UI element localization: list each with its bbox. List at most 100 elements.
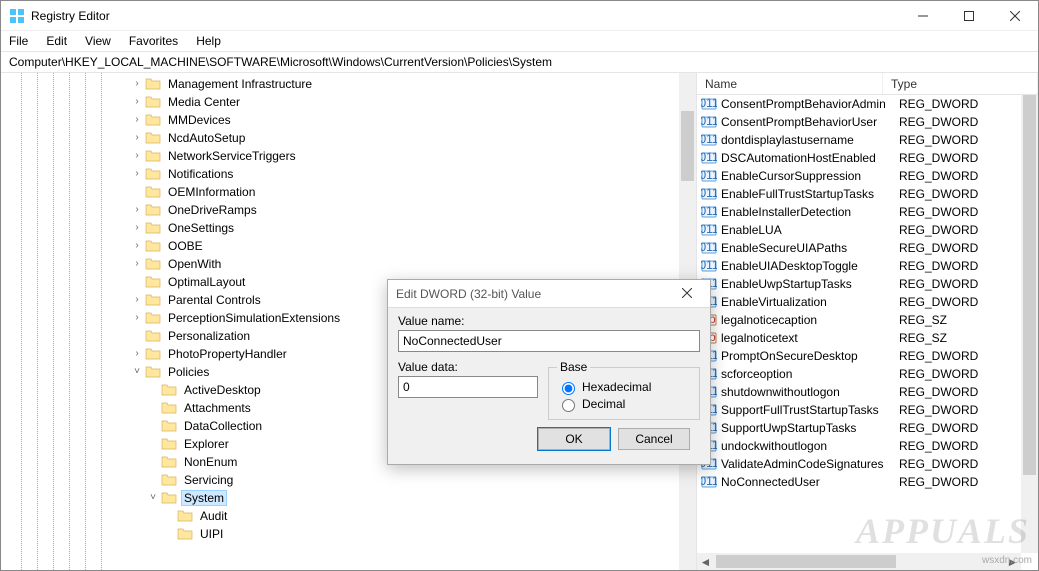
folder-icon [161,436,177,452]
tree-item[interactable]: ›NetworkServiceTriggers [1,147,696,165]
list-scrollbar-v[interactable] [1021,95,1038,553]
value-type: REG_DWORD [899,439,978,453]
list-row[interactable]: 011PromptOnSecureDesktopREG_DWORD [697,347,1021,365]
folder-icon [145,274,161,290]
tree-item[interactable]: ›OneSettings [1,219,696,237]
chevron-right-icon[interactable]: › [129,115,145,125]
list-row[interactable]: 011EnableUwpStartupTasksREG_DWORD [697,275,1021,293]
list-row[interactable]: 011ValidateAdminCodeSignaturesREG_DWORD [697,455,1021,473]
svg-text:011: 011 [701,96,717,110]
list-row[interactable]: 011NoConnectedUserREG_DWORD [697,473,1021,491]
column-name[interactable]: Name [697,73,883,94]
tree-item[interactable]: ›NcdAutoSetup [1,129,696,147]
list-row[interactable]: 011shutdownwithoutlogonREG_DWORD [697,383,1021,401]
decimal-radio[interactable] [562,399,575,412]
chevron-right-icon[interactable]: › [129,133,145,143]
tree-item[interactable]: ›OOBE [1,237,696,255]
cancel-button[interactable]: Cancel [618,428,690,450]
list-row[interactable]: 011EnableCursorSuppressionREG_DWORD [697,167,1021,185]
tree-item[interactable]: ›OneDriveRamps [1,201,696,219]
list-row[interactable]: 011SupportFullTrustStartupTasksREG_DWORD [697,401,1021,419]
tree-item[interactable]: UIPI [1,525,696,543]
chevron-right-icon[interactable]: › [129,151,145,161]
dword-value-icon: 011 [701,240,717,256]
value-name: EnableSecureUIAPaths [721,241,899,255]
menu-edit[interactable]: Edit [44,32,69,50]
folder-icon [161,418,177,434]
base-fieldset: Base Hexadecimal Decimal [548,360,700,420]
list-row[interactable]: 011ConsentPromptBehaviorUserREG_DWORD [697,113,1021,131]
tree-item[interactable]: Audit [1,507,696,525]
menu-file[interactable]: File [7,32,30,50]
list-row[interactable]: 011ConsentPromptBehaviorAdminREG_DWORD [697,95,1021,113]
list-scroll-thumb-v[interactable] [1023,95,1036,475]
list-row[interactable]: 011scforceoptionREG_DWORD [697,365,1021,383]
ok-button[interactable]: OK [538,428,610,450]
tree-item[interactable]: ›OpenWith [1,255,696,273]
tree-item[interactable]: ›Media Center [1,93,696,111]
value-name: DSCAutomationHostEnabled [721,151,899,165]
list-header: Name Type [697,73,1038,95]
list-pane[interactable]: Name Type 011ConsentPromptBehaviorAdminR… [697,73,1038,570]
list-row[interactable]: 011SupportUwpStartupTasksREG_DWORD [697,419,1021,437]
list-row[interactable]: 011EnableSecureUIAPathsREG_DWORD [697,239,1021,257]
dialog-close-button[interactable] [672,287,702,301]
chevron-right-icon[interactable]: › [129,223,145,233]
chevron-right-icon[interactable]: › [129,241,145,251]
list-scrollbar-h[interactable]: ◄ ► [697,553,1021,570]
menu-favorites[interactable]: Favorites [127,32,180,50]
chevron-right-icon[interactable]: › [129,97,145,107]
chevron-down-icon[interactable]: ˅ [129,367,145,377]
svg-text:011: 011 [701,240,717,254]
list-row[interactable]: 011EnableLUAREG_DWORD [697,221,1021,239]
value-name-field[interactable] [398,330,700,352]
maximize-button[interactable] [946,1,992,31]
tree-scroll-thumb[interactable] [681,111,694,181]
tree-item[interactable]: Servicing [1,471,696,489]
list-row[interactable]: 011EnableVirtualizationREG_DWORD [697,293,1021,311]
tree-item[interactable]: ›MMDevices [1,111,696,129]
scroll-left-arrow[interactable]: ◄ [697,553,714,570]
address-bar[interactable]: Computer\HKEY_LOCAL_MACHINE\SOFTWARE\Mic… [1,51,1038,73]
list-row[interactable]: 011DSCAutomationHostEnabledREG_DWORD [697,149,1021,167]
list-row[interactable]: 011EnableUIADesktopToggleREG_DWORD [697,257,1021,275]
chevron-right-icon[interactable]: › [129,295,145,305]
value-type: REG_DWORD [899,457,978,471]
column-type[interactable]: Type [883,73,1038,94]
list-row[interactable]: 011dontdisplaylastusernameREG_DWORD [697,131,1021,149]
list-row[interactable]: ablegalnoticetextREG_SZ [697,329,1021,347]
list-scroll-thumb-h[interactable] [716,555,896,568]
menu-help[interactable]: Help [194,32,223,50]
chevron-right-icon[interactable]: › [129,205,145,215]
chevron-right-icon[interactable]: › [129,313,145,323]
value-type: REG_DWORD [899,205,978,219]
menu-view[interactable]: View [83,32,113,50]
tree-item-label: DataCollection [181,418,265,434]
tree-item[interactable]: OEMInformation [1,183,696,201]
tree-item[interactable]: ›Notifications [1,165,696,183]
dialog-titlebar[interactable]: Edit DWORD (32-bit) Value [388,280,710,308]
chevron-right-icon[interactable]: › [129,169,145,179]
value-name: ValidateAdminCodeSignatures [721,457,899,471]
dword-value-icon: 011 [701,474,717,490]
titlebar[interactable]: Registry Editor [1,1,1038,31]
list-row[interactable]: 011EnableInstallerDetectionREG_DWORD [697,203,1021,221]
chevron-right-icon[interactable]: › [129,79,145,89]
tree-item-label: Servicing [181,472,236,488]
value-data-label: Value data: [398,360,538,374]
scroll-right-arrow[interactable]: ► [1004,553,1021,570]
folder-icon [145,220,161,236]
hexadecimal-radio[interactable] [562,382,575,395]
close-button[interactable] [992,1,1038,31]
list-row[interactable]: 011undockwithoutlogonREG_DWORD [697,437,1021,455]
folder-icon [145,256,161,272]
chevron-right-icon[interactable]: › [129,349,145,359]
list-row[interactable]: 011EnableFullTrustStartupTasksREG_DWORD [697,185,1021,203]
chevron-down-icon[interactable]: ˅ [145,493,161,503]
tree-item[interactable]: ˅System [1,489,696,507]
chevron-right-icon[interactable]: › [129,259,145,269]
minimize-button[interactable] [900,1,946,31]
tree-item[interactable]: ›Management Infrastructure [1,75,696,93]
value-data-field[interactable] [398,376,538,398]
list-row[interactable]: ablegalnoticecaptionREG_SZ [697,311,1021,329]
